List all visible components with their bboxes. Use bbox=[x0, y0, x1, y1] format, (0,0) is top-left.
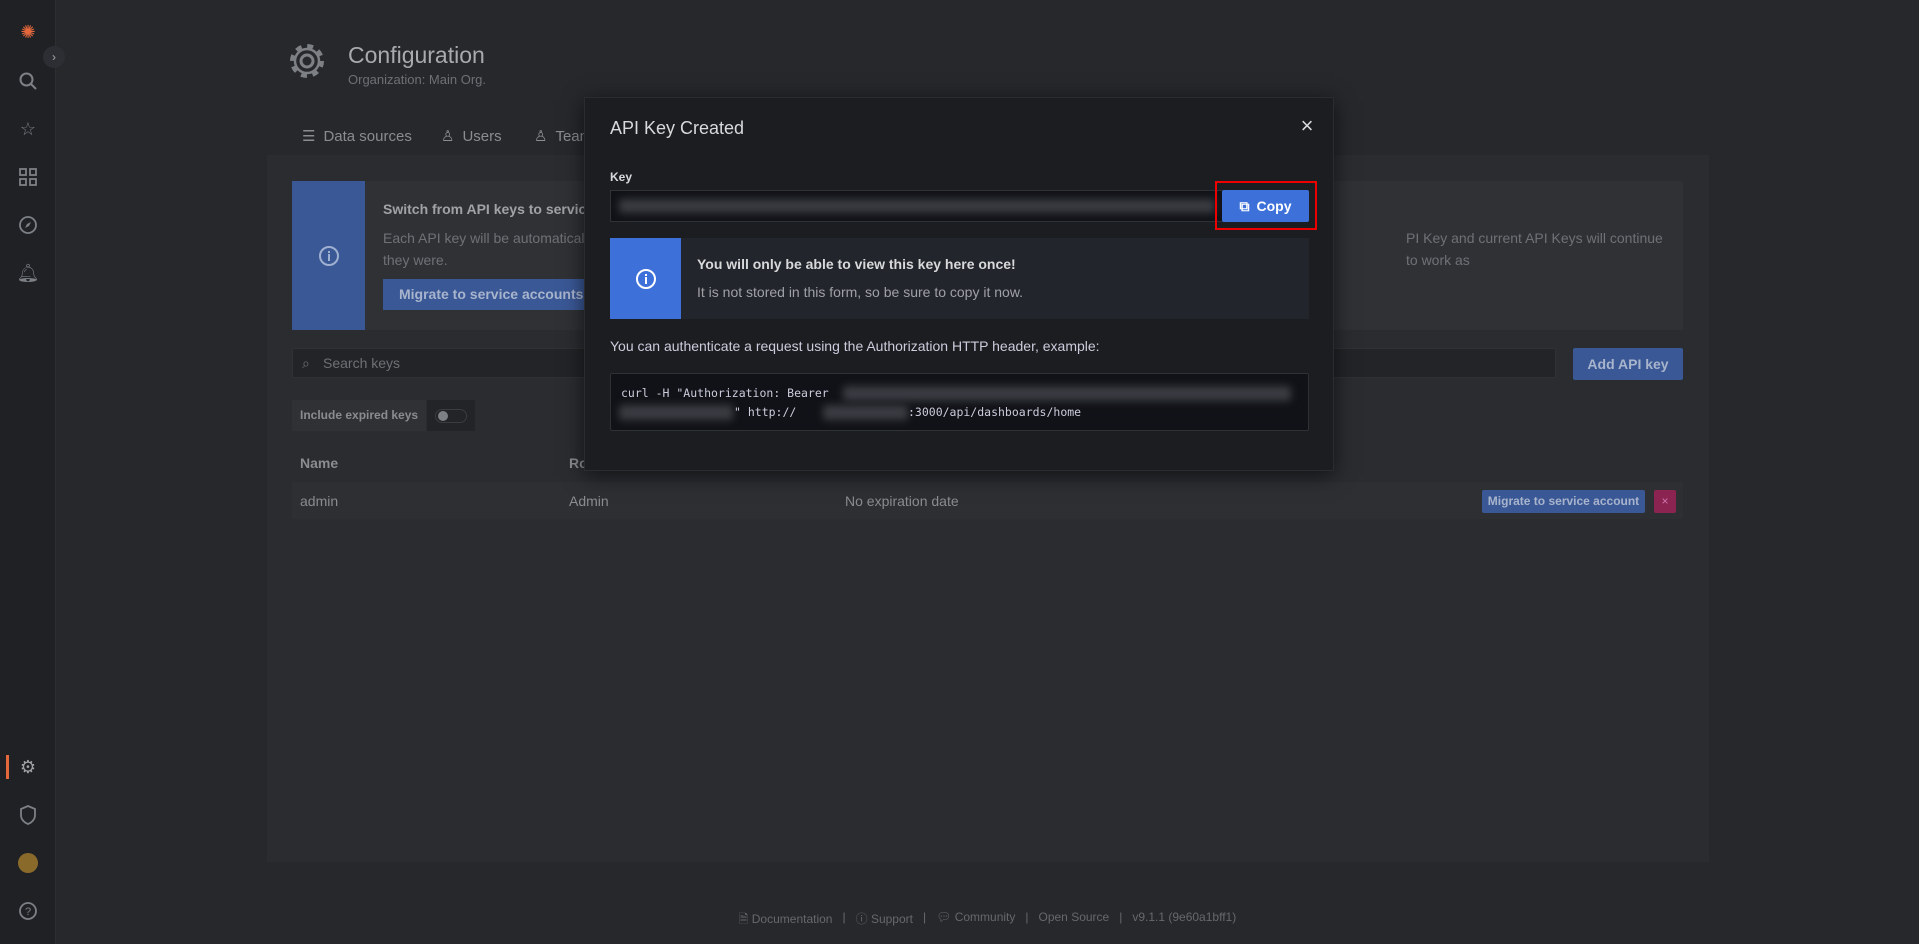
migrate-to-service-account-button[interactable]: Migrate to service account bbox=[1482, 490, 1645, 513]
user-icon: ♙ bbox=[441, 128, 455, 145]
bell-icon[interactable]: 🔔︎ bbox=[16, 261, 40, 285]
code-line2-end: :3000/api/dashboards/home bbox=[908, 405, 1082, 419]
separator: | bbox=[1119, 910, 1123, 924]
key-expiry: No expiration date bbox=[845, 493, 959, 509]
footer: 🗎 Documentation | ⓘ Support | 💬︎ Community… bbox=[0, 910, 1919, 931]
migrate-to-service-accounts-button[interactable]: Migrate to service accounts n bbox=[383, 279, 612, 310]
modal-title: API Key Created bbox=[610, 118, 745, 138]
separator: | bbox=[842, 910, 846, 924]
dashboards-icon[interactable] bbox=[16, 165, 40, 189]
footer-open-source-link[interactable]: Open Source bbox=[1039, 910, 1110, 931]
alert-text-right: PI Key and current API Keys will continu… bbox=[1406, 230, 1663, 268]
star-icon[interactable]: ☆ bbox=[16, 117, 40, 141]
close-icon[interactable]: × bbox=[1295, 114, 1319, 138]
alert-text-left: Each API key will be automatical bbox=[383, 230, 585, 246]
users-icon: ♙ bbox=[534, 128, 548, 145]
page-title: Configuration bbox=[348, 42, 485, 68]
page-subtitle: Organization: Main Org. bbox=[348, 72, 487, 87]
curl-example: curl -H "Authorization: Bearer " http://… bbox=[610, 373, 1309, 431]
compass-icon[interactable] bbox=[16, 213, 40, 237]
warning-alert: You will only be able to view this key h… bbox=[610, 238, 1309, 319]
tab-users[interactable]: ♙ Users bbox=[441, 127, 502, 146]
link-label: Support bbox=[870, 912, 913, 926]
code-line2-mid: " http:// bbox=[734, 405, 797, 419]
tab-label: Data sources bbox=[323, 127, 412, 145]
tab-label: Users bbox=[462, 127, 502, 145]
info-icon bbox=[292, 181, 365, 330]
alert-text-line2: they were. bbox=[383, 252, 448, 268]
delete-key-button[interactable]: × bbox=[1654, 490, 1676, 513]
include-expired-toggle-wrap bbox=[427, 400, 475, 431]
sidebar: ✺ › ☆ 🔔︎ ⚙ ? bbox=[0, 0, 65, 944]
search-placeholder: Search keys bbox=[323, 355, 401, 371]
include-expired-toggle[interactable] bbox=[435, 409, 467, 423]
info-icon bbox=[610, 238, 681, 319]
separator: | bbox=[922, 910, 927, 924]
key-input[interactable] bbox=[610, 190, 1222, 222]
footer-version[interactable]: v9.1.1 (9e60a1bff1) bbox=[1132, 910, 1236, 931]
key-name: admin bbox=[300, 493, 339, 509]
footer-support-link[interactable]: ⓘ Support bbox=[856, 910, 913, 931]
footer-documentation-link[interactable]: 🗎 Documentation bbox=[739, 910, 833, 931]
avatar[interactable] bbox=[16, 851, 40, 875]
redacted-token bbox=[843, 386, 1291, 401]
include-expired-label: Include expired keys bbox=[292, 400, 427, 431]
column-header-name: Name bbox=[300, 455, 339, 471]
separator: | bbox=[1025, 910, 1029, 924]
add-api-key-button[interactable]: Add API key bbox=[1573, 348, 1683, 380]
search-icon: ⌕ bbox=[302, 355, 310, 371]
search-icon[interactable] bbox=[16, 69, 40, 93]
warning-text: It is not stored in this form, so be sur… bbox=[697, 284, 1024, 300]
warning-title: You will only be able to view this key h… bbox=[697, 256, 1016, 272]
redacted-token-end bbox=[619, 405, 733, 420]
highlight-box bbox=[1215, 181, 1317, 230]
auth-instructions: You can authenticate a request using the… bbox=[610, 338, 1100, 354]
active-indicator bbox=[6, 755, 9, 779]
shield-icon[interactable] bbox=[16, 803, 40, 827]
link-label: Community bbox=[954, 910, 1016, 924]
code-line1: curl -H "Authorization: Bearer bbox=[621, 386, 829, 400]
gear-icon[interactable]: ⚙ bbox=[16, 755, 40, 779]
grafana-logo-icon[interactable]: ✺ bbox=[16, 20, 40, 44]
database-icon: ☰ bbox=[302, 128, 316, 145]
link-label: Documentation bbox=[751, 912, 833, 926]
key-label: Key bbox=[610, 170, 633, 184]
table-row: admin Admin No expiration date Migrate t… bbox=[292, 482, 1683, 519]
tab-data-sources[interactable]: ☰ Data sources bbox=[302, 127, 412, 146]
redacted-key bbox=[619, 199, 1215, 213]
configuration-gear-icon bbox=[290, 44, 324, 78]
expand-sidebar-button[interactable]: › bbox=[43, 46, 65, 68]
footer-community-link[interactable]: 💬︎ Community bbox=[936, 910, 1015, 931]
api-key-created-modal: API Key Created × Key ⧉ Copy You will onl… bbox=[584, 97, 1334, 471]
key-role: Admin bbox=[569, 493, 609, 509]
alert-title: Switch from API keys to service bbox=[383, 201, 595, 217]
redacted-host bbox=[823, 405, 908, 420]
